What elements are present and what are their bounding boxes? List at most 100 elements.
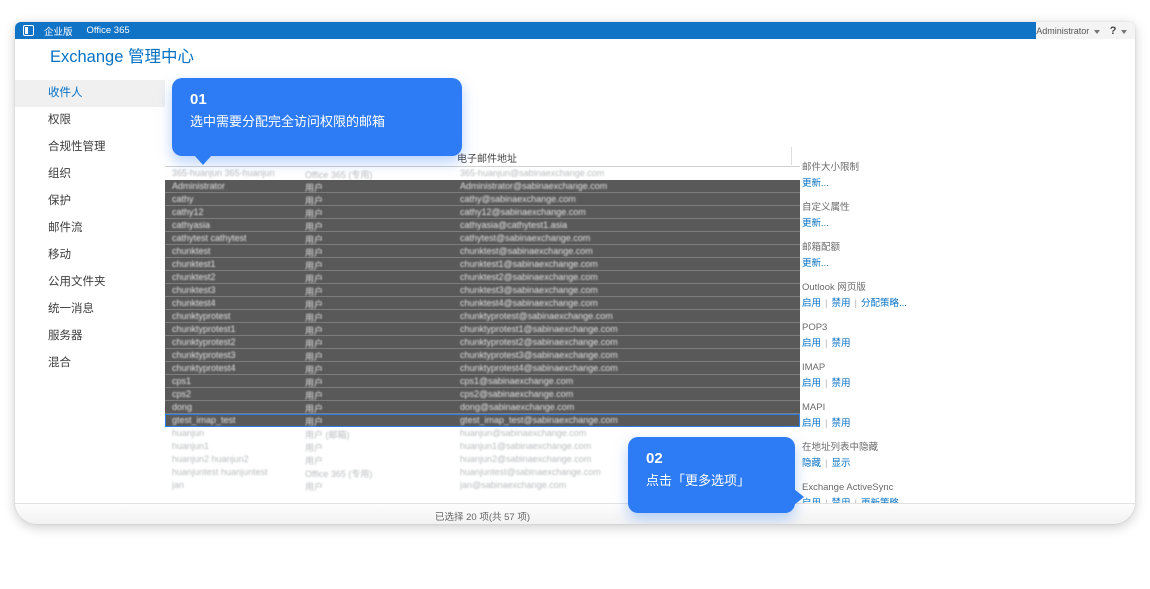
detail-link-imap-disable[interactable]: 禁用 [831, 378, 850, 389]
detail-link-mailbox-quota-update[interactable]: 更新... [802, 258, 829, 269]
detail-label-hide-from-address-lists: 在地址列表中隐藏 [802, 442, 1047, 454]
detail-link-outlook-web-app-enable[interactable]: 启用 [802, 298, 821, 309]
sidebar-item-protection[interactable]: 保护 [15, 188, 165, 215]
detail-label-exchange-activesync: Exchange ActiveSync [802, 482, 1047, 494]
recipient-name-cell: chunktyprotest1 [172, 324, 302, 334]
table-row[interactable]: chunktyprotest1用户chunktyprotest1@sabinae… [165, 323, 800, 336]
recipient-name-cell: dong [172, 402, 302, 412]
detail-link-pop3-enable[interactable]: 启用 [802, 338, 821, 349]
sidebar-item-compliance-management[interactable]: 合规性管理 [15, 134, 165, 161]
recipient-name-cell: chunktyprotest3 [172, 350, 302, 360]
recipient-email-cell: cathyasia@cathytest1.asia [460, 220, 790, 230]
table-row[interactable]: cps2用户cps2@sabinaexchange.com [165, 388, 800, 401]
table-row[interactable]: chunktyprotest2用户chunktyprotest2@sabinae… [165, 336, 800, 349]
exchange-admin-window: 企业版 Office 365 Administrator ? Exchange … [15, 22, 1135, 524]
recipient-email-cell: cathy12@sabinaexchange.com [460, 207, 790, 217]
detail-group-imap: IMAP启用|禁用 [802, 362, 1047, 390]
table-row[interactable]: cathytest cathytest用户cathytest@sabinaexc… [165, 232, 800, 245]
detail-link-hide-from-address-lists-hide[interactable]: 隐藏 [802, 458, 821, 469]
recipient-email-cell: chunktest1@sabinaexchange.com [460, 259, 790, 269]
detail-label-imap: IMAP [802, 362, 1047, 374]
table-row[interactable]: chunktyprotest4用户chunktyprotest4@sabinae… [165, 362, 800, 375]
bulk-edit-panel: 邮件大小限制更新...自定义属性更新...邮箱配额更新...Outlook 网页… [802, 162, 1047, 524]
sidebar-item-public-folders[interactable]: 公用文件夹 [15, 269, 165, 296]
detail-link-imap-enable[interactable]: 启用 [802, 378, 821, 389]
recipient-name-cell: jan [172, 480, 302, 490]
recipient-name-cell: cathy [172, 194, 302, 204]
recipient-name-cell: chunktest1 [172, 259, 302, 269]
tutorial-step-text: 选中需要分配完全访问权限的邮箱 [190, 112, 444, 132]
help-menu[interactable]: ? [1104, 25, 1127, 37]
table-row[interactable]: chunktyprotest用户chunktyprotest@sabinaexc… [165, 310, 800, 323]
recipient-name-cell: huanjun [172, 428, 302, 438]
table-row[interactable]: 365-huanjun 365-huanjunOffice 365 (专用)36… [165, 167, 800, 180]
detail-link-outlook-web-app-assign-policy[interactable]: 分配策略... [861, 298, 907, 309]
detail-link-message-size-restrictions-update[interactable]: 更新... [802, 178, 829, 189]
table-row[interactable]: chunktest1用户chunktest1@sabinaexchange.co… [165, 258, 800, 271]
table-row[interactable]: Administrator用户Administrator@sabinaexcha… [165, 180, 800, 193]
detail-label-pop3: POP3 [802, 322, 1047, 334]
detail-link-mapi-disable[interactable]: 禁用 [831, 418, 850, 429]
recipient-name-cell: gtest_imap_test [172, 415, 302, 425]
user-menu[interactable]: Administrator [1036, 26, 1100, 36]
recipient-name-cell: chunktest3 [172, 285, 302, 295]
table-row[interactable]: cathy12用户cathy12@sabinaexchange.com [165, 206, 800, 219]
sidebar-item-permissions[interactable]: 权限 [15, 107, 165, 134]
sidebar-item-recipients[interactable]: 收件人 [15, 80, 165, 107]
table-row[interactable]: cps1用户cps1@sabinaexchange.com [165, 375, 800, 388]
detail-link-mapi-enable[interactable]: 启用 [802, 418, 821, 429]
sidebar-item-servers[interactable]: 服务器 [15, 323, 165, 350]
recipient-name-cell: chunktest2 [172, 272, 302, 282]
recipient-email-cell: cps2@sabinaexchange.com [460, 389, 790, 399]
sidebar-item-unified-messaging[interactable]: 统一消息 [15, 296, 165, 323]
page-title: Exchange 管理中心 [50, 43, 194, 67]
recipient-name-cell: huanjun1 [172, 441, 302, 451]
recipient-name-cell: chunktest [172, 246, 302, 256]
column-header-email[interactable]: 电子邮件地址 [457, 150, 517, 165]
recipient-email-cell: cps1@sabinaexchange.com [460, 376, 790, 386]
detail-link-custom-attributes-update[interactable]: 更新... [802, 218, 829, 229]
topbar-product-label: Office 365 [87, 25, 130, 36]
recipient-name-cell: cps2 [172, 389, 302, 399]
sidebar-item-hybrid[interactable]: 混合 [15, 350, 165, 377]
table-row[interactable]: chunktest3用户chunktest3@sabinaexchange.co… [165, 284, 800, 297]
recipient-email-cell: 365-huanjun@sabinaexchange.com [460, 168, 790, 178]
topbar-edition-label: 企业版 [44, 24, 73, 38]
recipient-email-cell: chunktyprotest2@sabinaexchange.com [460, 337, 790, 347]
recipient-email-cell: cathy@sabinaexchange.com [460, 194, 790, 204]
recipient-name-cell: chunktyprotest2 [172, 337, 302, 347]
recipient-name-cell: cathytest cathytest [172, 233, 302, 243]
recipient-name-cell: cathyasia [172, 220, 302, 230]
user-menu-label: Administrator [1036, 26, 1089, 36]
table-row[interactable]: chunktest4用户chunktest4@sabinaexchange.co… [165, 297, 800, 310]
sidebar-item-mobile[interactable]: 移动 [15, 242, 165, 269]
table-row[interactable]: chunktest用户chunktest@sabinaexchange.com [165, 245, 800, 258]
recipient-name-cell: Administrator [172, 181, 302, 191]
recipient-name-cell: cps1 [172, 376, 302, 386]
topbar-user-area: Administrator ? [1036, 22, 1135, 39]
table-row[interactable]: cathyasia用户cathyasia@cathytest1.asia [165, 219, 800, 232]
recipient-email-cell: chunktyprotest@sabinaexchange.com [460, 311, 790, 321]
detail-group-mapi: MAPI启用|禁用 [802, 402, 1047, 430]
table-row[interactable]: gtest_imap_test用户gtest_imap_test@sabinae… [165, 414, 800, 427]
help-icon: ? [1110, 25, 1117, 37]
callout-tail-down-icon [194, 155, 212, 165]
recipient-email-cell: chunktyprotest3@sabinaexchange.com [460, 350, 790, 360]
detail-link-hide-from-address-lists-show[interactable]: 显示 [831, 458, 850, 469]
recipient-name-cell: chunktyprotest4 [172, 363, 302, 373]
recipient-email-cell: Administrator@sabinaexchange.com [460, 181, 790, 191]
recipient-name-cell: chunktest4 [172, 298, 302, 308]
table-row[interactable]: cathy用户cathy@sabinaexchange.com [165, 193, 800, 206]
table-row[interactable]: dong用户dong@sabinaexchange.com [165, 401, 800, 414]
chevron-down-icon [1121, 30, 1127, 34]
detail-link-pop3-disable[interactable]: 禁用 [831, 338, 850, 349]
sidebar-item-mail-flow[interactable]: 邮件流 [15, 215, 165, 242]
recipient-email-cell: dong@sabinaexchange.com [460, 402, 790, 412]
recipient-email-cell: chunktyprotest1@sabinaexchange.com [460, 324, 790, 334]
tutorial-step-1-callout: 01 选中需要分配完全访问权限的邮箱 [172, 78, 462, 156]
sidebar-item-organization[interactable]: 组织 [15, 161, 165, 188]
detail-link-outlook-web-app-disable[interactable]: 禁用 [831, 298, 850, 309]
table-row[interactable]: chunktyprotest3用户chunktyprotest3@sabinae… [165, 349, 800, 362]
link-separator: | [825, 338, 827, 349]
table-row[interactable]: chunktest2用户chunktest2@sabinaexchange.co… [165, 271, 800, 284]
